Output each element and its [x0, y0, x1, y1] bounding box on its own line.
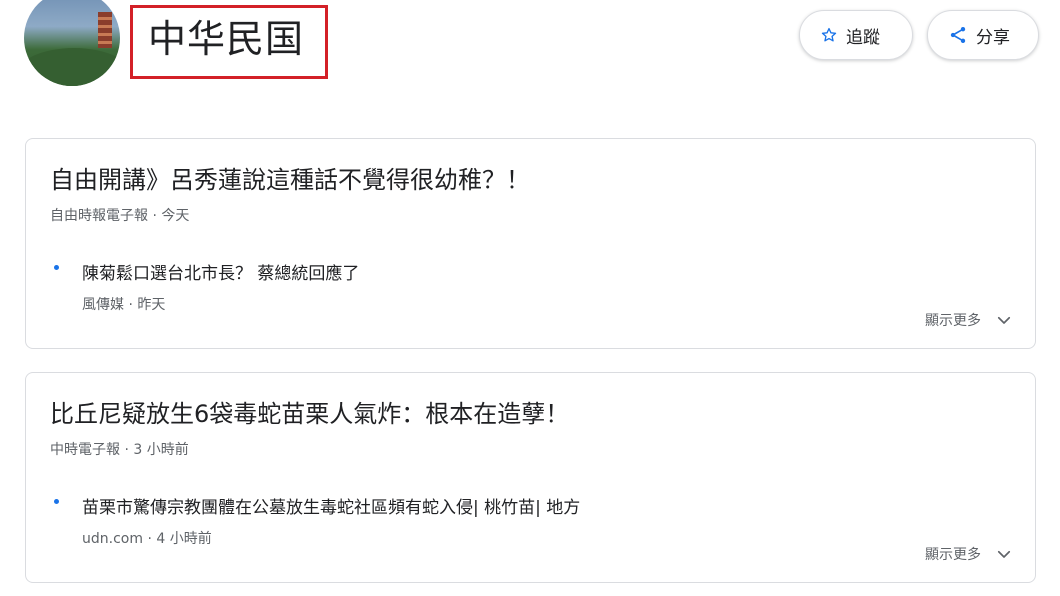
topic-title: 中华民国 [148, 17, 305, 61]
follow-button[interactable]: 追蹤 [799, 10, 913, 60]
related-time: 4 小時前 [156, 531, 212, 547]
star-icon [820, 26, 838, 44]
follow-label: 追蹤 [846, 27, 880, 48]
chevron-down-icon [995, 311, 1013, 329]
meta-separator: · [147, 531, 157, 547]
topic-avatar [24, 0, 120, 86]
related-meta: 風傳媒 · 昨天 [82, 294, 165, 314]
story-source: 自由時報電子報 [50, 208, 148, 224]
show-more-label: 顯示更多 [925, 313, 981, 329]
story-card: 自由開講》呂秀蓮說這種話不覺得很幼稚？！ 自由時報電子報 · 今天 陳菊鬆口選台… [25, 138, 1036, 349]
story-meta: 中時電子報 · 3 小時前 [50, 439, 189, 459]
bullet-icon [54, 265, 59, 270]
hill-image-detail [24, 48, 120, 86]
show-more-label: 顯示更多 [925, 547, 981, 563]
show-more-button[interactable]: 顯示更多 [925, 544, 1013, 564]
story-meta: 自由時報電子報 · 今天 [50, 205, 189, 225]
bullet-icon [54, 499, 59, 504]
share-label: 分享 [976, 27, 1010, 48]
story-time: 今天 [161, 208, 190, 224]
related-source: udn.com [82, 531, 143, 547]
share-icon [948, 25, 968, 45]
pagoda-image-detail [98, 12, 112, 48]
related-source: 風傳媒 [82, 297, 124, 313]
related-headline[interactable]: 陳菊鬆口選台北市長？ 蔡總統回應了 [82, 259, 359, 284]
share-button[interactable]: 分享 [927, 10, 1039, 60]
story-card: 比丘尼疑放生6袋毒蛇苗栗人氣炸：根本在造孽！ 中時電子報 · 3 小時前 苗栗市… [25, 372, 1036, 583]
related-headline[interactable]: 苗栗市驚傳宗教團體在公墓放生毒蛇社區頻有蛇入侵| 桃竹苗| 地方 [82, 493, 580, 518]
story-time: 3 小時前 [133, 442, 189, 458]
chevron-down-icon [995, 545, 1013, 563]
related-time: 昨天 [137, 297, 166, 313]
story-headline[interactable]: 自由開講》呂秀蓮說這種話不覺得很幼稚？！ [50, 165, 530, 195]
related-meta: udn.com · 4 小時前 [82, 528, 212, 548]
show-more-button[interactable]: 顯示更多 [925, 310, 1013, 330]
story-headline[interactable]: 比丘尼疑放生6袋毒蛇苗栗人氣炸：根本在造孽！ [50, 399, 569, 429]
story-source: 中時電子報 [50, 442, 120, 458]
